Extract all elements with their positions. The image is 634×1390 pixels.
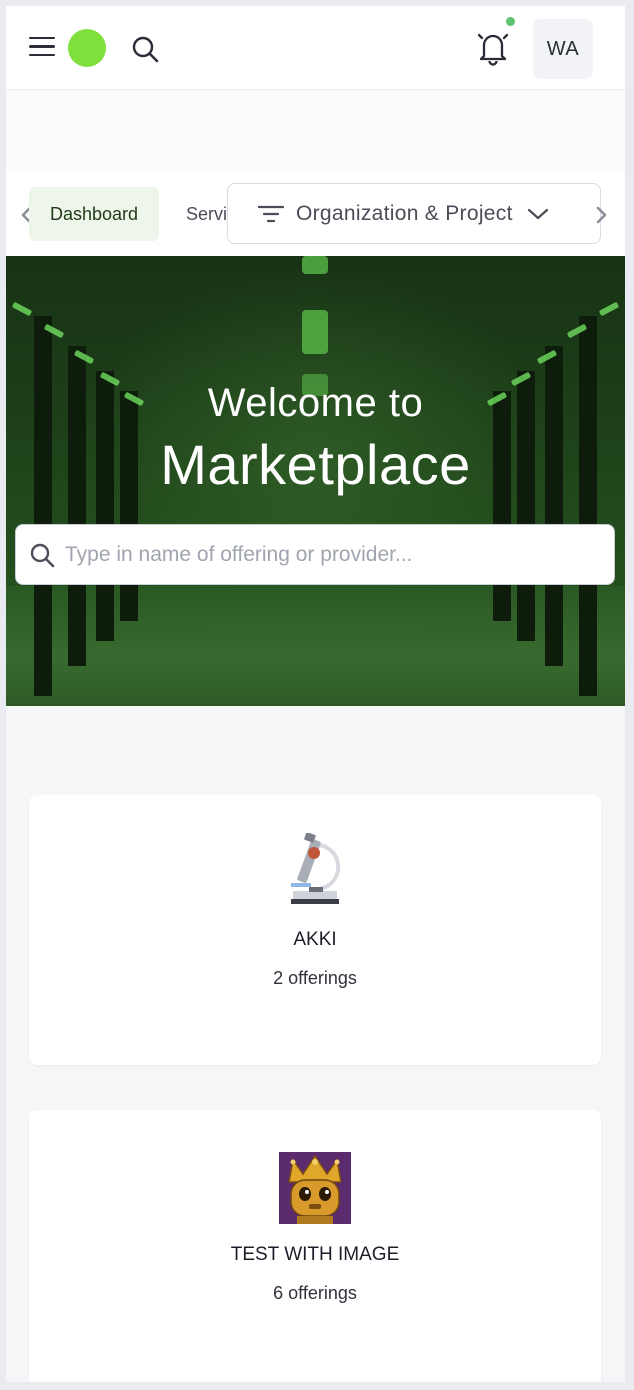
tab-dashboard[interactable]: Dashboard bbox=[29, 187, 159, 241]
provider-card-akki[interactable]: AKKI 2 offerings bbox=[29, 795, 601, 1065]
hero-title-marketplace: Marketplace bbox=[160, 433, 471, 496]
provider-name: TEST WITH IMAGE bbox=[230, 1244, 400, 1265]
org-project-label: Organization & Project bbox=[296, 201, 513, 225]
hero-title-welcome: Welcome to bbox=[207, 381, 424, 425]
tab-services[interactable]: Services bbox=[186, 187, 230, 241]
search-icon bbox=[30, 543, 55, 567]
app-frame: WA Dashboard Services Organization & Pro… bbox=[6, 6, 625, 1382]
marketplace-search[interactable] bbox=[15, 524, 615, 585]
hamburger-menu-icon[interactable] bbox=[29, 37, 55, 59]
provider-card-test-with-image[interactable]: TEST WITH IMAGE 6 offerings bbox=[29, 1110, 601, 1382]
top-header: WA bbox=[6, 6, 625, 90]
provider-offerings-count: 2 offerings bbox=[273, 968, 357, 988]
notification-dot bbox=[506, 17, 515, 26]
user-avatar[interactable]: WA bbox=[533, 19, 593, 79]
chevron-down-icon bbox=[527, 208, 548, 219]
filter-icon bbox=[258, 205, 284, 222]
bell-icon[interactable] bbox=[475, 28, 511, 68]
marketplace-search-input[interactable] bbox=[65, 542, 585, 567]
search-icon[interactable] bbox=[130, 34, 160, 64]
provider-name: AKKI bbox=[293, 929, 337, 950]
chevron-right-icon[interactable] bbox=[594, 205, 608, 225]
header-spacer bbox=[6, 91, 625, 171]
microscope-icon bbox=[291, 833, 341, 904]
organization-project-selector[interactable]: Organization & Project bbox=[227, 183, 601, 244]
crowned-robot-image bbox=[279, 1152, 351, 1224]
logo[interactable] bbox=[68, 29, 106, 67]
provider-offerings-count: 6 offerings bbox=[273, 1283, 357, 1303]
